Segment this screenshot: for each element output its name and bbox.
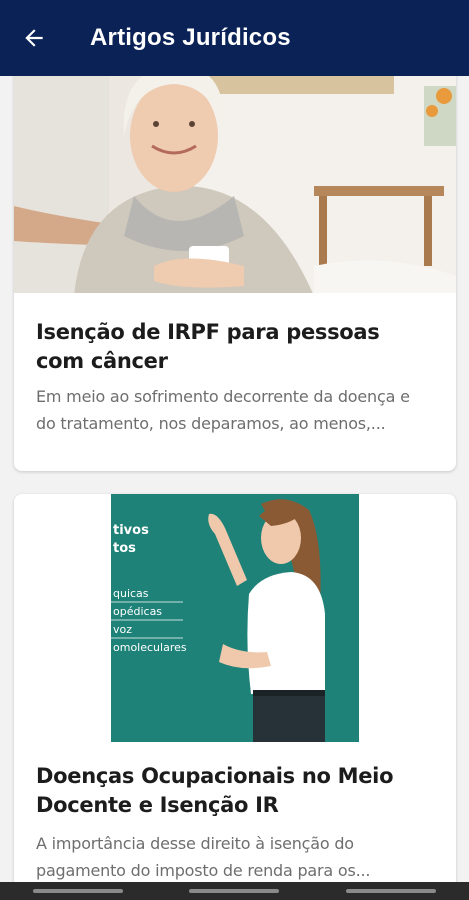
- article-image: [14, 76, 456, 293]
- article-card[interactable]: Isenção de IRPF para pessoas com câncer …: [14, 76, 456, 471]
- system-nav-bar: [0, 882, 469, 900]
- article-list: Isenção de IRPF para pessoas com câncer …: [0, 76, 469, 882]
- article-excerpt: Em meio ao sofrimento decorrente da doen…: [36, 387, 410, 433]
- image-item: quicas: [113, 587, 149, 600]
- page-title: Artigos Jurídicos: [90, 24, 291, 51]
- article-title: Isenção de IRPF para pessoas com câncer: [36, 320, 380, 373]
- nav-recent-apps[interactable]: [33, 889, 124, 893]
- image-item: voz: [113, 623, 132, 636]
- article-image: tivos tos quicas opédicas voz omolecular…: [111, 494, 359, 742]
- nav-back[interactable]: [345, 889, 436, 893]
- article-excerpt: A importância desse direito à isenção do…: [36, 834, 371, 880]
- arrow-left-icon: [25, 29, 43, 47]
- article-card[interactable]: tivos tos quicas opédicas voz omolecular…: [14, 494, 456, 882]
- image-item: omoleculares: [113, 641, 187, 654]
- image-heading-2: tos: [113, 541, 136, 556]
- nav-home[interactable]: [189, 889, 280, 893]
- article-title: Doenças Ocupacionais no Meio Docente e I…: [36, 764, 394, 817]
- image-item: opédicas: [113, 605, 162, 618]
- app-bar: Artigos Jurídicos: [0, 0, 469, 76]
- image-heading-1: tivos: [113, 523, 149, 538]
- back-button[interactable]: [16, 20, 52, 56]
